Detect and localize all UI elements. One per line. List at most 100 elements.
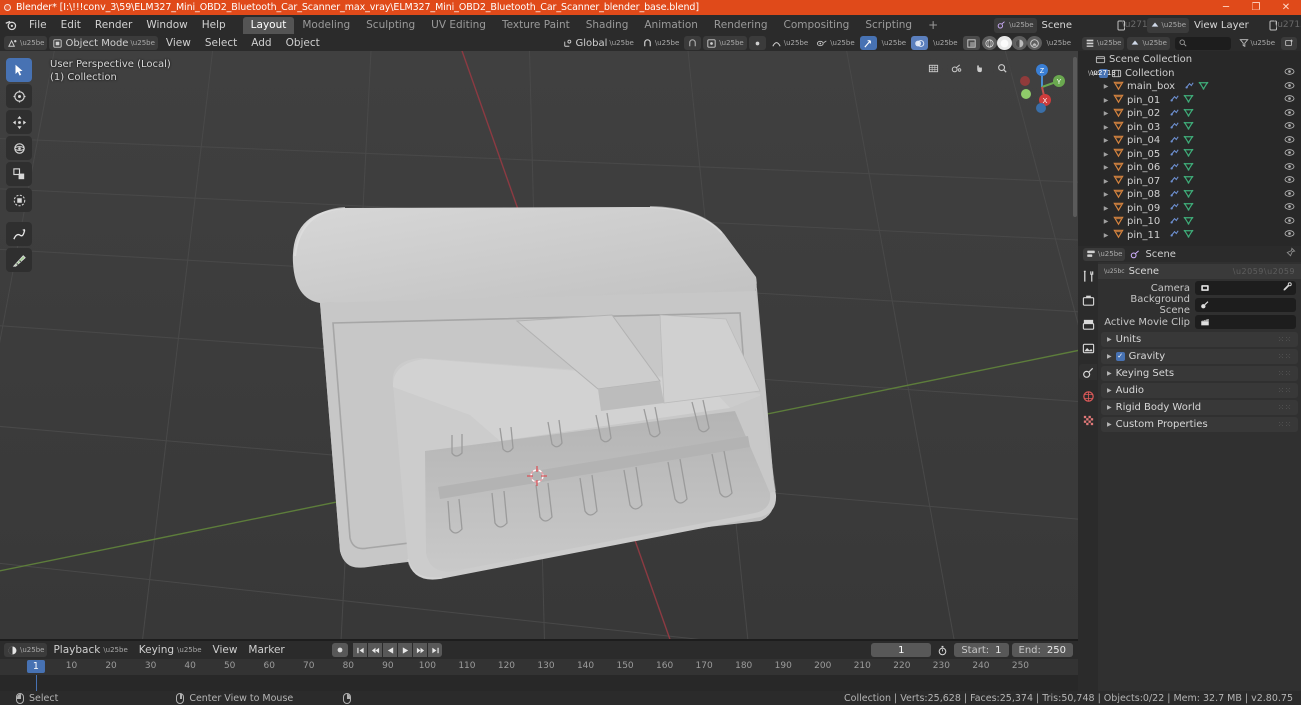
mesh-data-icon[interactable]	[1183, 174, 1194, 188]
modifier-icon[interactable]	[1169, 147, 1180, 161]
texture-tab[interactable]	[1079, 412, 1097, 428]
disclosure-icon[interactable]: ▶	[1102, 110, 1110, 117]
camera-icon[interactable]	[947, 59, 966, 78]
close-button[interactable]: ✕	[1271, 0, 1301, 15]
visibility-icon[interactable]	[1284, 121, 1295, 133]
timeline-menu-keying[interactable]: Keying \u25be	[134, 644, 207, 656]
viewport-menu-add[interactable]: Add	[245, 37, 277, 49]
scene-panel-header[interactable]: \u25bc Scene \u2059\u2059	[1098, 264, 1301, 279]
panel-grip[interactable]: ⁙⁙	[1278, 403, 1292, 412]
outliner-item-pin_06[interactable]: ▶ pin_06	[1078, 161, 1301, 175]
world-tab[interactable]	[1079, 388, 1097, 404]
viewport-menu-select[interactable]: Select	[199, 37, 243, 49]
panel-grip[interactable]: ⁙⁙	[1278, 386, 1292, 395]
solid-shading-button[interactable]	[996, 36, 1012, 50]
disclosure-icon[interactable]: ▶	[1102, 97, 1110, 104]
visibility-icon[interactable]	[1284, 162, 1295, 174]
outliner-display-mode-button[interactable]: \u25be	[1127, 36, 1170, 50]
disclosure-icon[interactable]: ▶	[1102, 232, 1110, 239]
camera-view-icon[interactable]	[924, 59, 943, 78]
overlay-options-caret[interactable]: \u25be	[930, 36, 960, 50]
unlink-scene-icon[interactable]: \u2715	[1122, 18, 1154, 33]
visibility-icon[interactable]	[1284, 189, 1295, 201]
panel-disclosure-icon[interactable]: ▶	[1107, 404, 1112, 411]
visibility-icon[interactable]	[1284, 148, 1295, 160]
pan-view-icon[interactable]	[970, 59, 989, 78]
visibility-icon[interactable]	[1284, 81, 1295, 93]
visibility-icon[interactable]	[1284, 202, 1295, 214]
tab-texture-paint[interactable]: Texture Paint	[494, 17, 578, 34]
panel-rigid-body-world[interactable]: ▶ Rigid Body World ⁙⁙	[1101, 400, 1298, 415]
annotate-tool[interactable]	[6, 222, 32, 246]
eyedropper-icon[interactable]	[1282, 281, 1292, 295]
viewport-scrollbar[interactable]	[1073, 57, 1077, 217]
move-tool[interactable]	[6, 110, 32, 134]
modifier-icon[interactable]	[1169, 161, 1180, 175]
mesh-data-icon[interactable]	[1183, 147, 1194, 161]
stopwatch-icon[interactable]	[934, 643, 951, 657]
timeline-menu-playback[interactable]: Playback \u25be	[48, 644, 132, 656]
viewport-menu-view[interactable]: View	[160, 37, 197, 49]
timeline-track-area[interactable]	[0, 675, 1078, 705]
navigation-gizmo[interactable]: Z Y X	[1014, 59, 1070, 115]
cursor-tool[interactable]	[6, 84, 32, 108]
mesh-data-icon[interactable]	[1183, 215, 1194, 229]
modifier-icon[interactable]	[1169, 228, 1180, 242]
outliner-item-main_box[interactable]: ▶ main_box	[1078, 80, 1301, 94]
modifier-icon[interactable]	[1169, 215, 1180, 229]
outliner-editor-type-button[interactable]: \u25be	[1082, 36, 1125, 50]
zoom-view-icon[interactable]	[993, 59, 1012, 78]
mesh-data-icon[interactable]	[1183, 188, 1194, 202]
properties-editor-type-button[interactable]: \u25be	[1083, 247, 1126, 261]
mesh-data-icon[interactable]	[1183, 93, 1194, 107]
tool-tab[interactable]	[1079, 268, 1097, 284]
tab-sculpting[interactable]: Sculpting	[358, 17, 423, 34]
pin-icon[interactable]	[1285, 247, 1296, 261]
outliner-new-collection-button[interactable]	[1281, 36, 1297, 50]
view-layer-tab[interactable]	[1079, 340, 1097, 356]
jump-end-icon[interactable]	[428, 643, 443, 657]
disclosure-icon[interactable]: ▶	[1102, 218, 1110, 225]
visibility-icon[interactable]	[1284, 135, 1295, 147]
visibility-icon[interactable]	[1284, 216, 1295, 228]
timeline-ruler[interactable]: 10 20 30 40 50 60 70 80 90 100 110 120 130 140 150 160 1…	[0, 659, 1078, 675]
panel-disclosure-icon[interactable]: ▶	[1107, 336, 1112, 343]
modifier-icon[interactable]	[1169, 134, 1180, 148]
modifier-icon[interactable]	[1169, 107, 1180, 121]
disclosure-icon[interactable]: ▶	[1102, 124, 1110, 131]
show-gizmo-toggle[interactable]	[859, 36, 877, 50]
panel-disclosure-icon[interactable]: ▶	[1107, 370, 1112, 377]
disclosure-icon[interactable]: ▶	[1102, 164, 1110, 171]
tab-shading[interactable]: Shading	[578, 17, 637, 34]
tab-compositing[interactable]: Compositing	[776, 17, 858, 34]
visibility-icon[interactable]	[1284, 229, 1295, 241]
outliner-item-pin_08[interactable]: ▶ pin_08	[1078, 188, 1301, 202]
record-icon[interactable]	[332, 643, 349, 657]
outliner-item-pin_05[interactable]: ▶ pin_05	[1078, 148, 1301, 162]
output-tab[interactable]	[1079, 316, 1097, 332]
visibility-icon[interactable]	[1284, 175, 1295, 187]
viewport-menu-object[interactable]: Object	[280, 37, 326, 49]
timeline-menu-marker[interactable]: Marker	[243, 644, 289, 656]
play-icon[interactable]	[398, 643, 413, 657]
outliner-item-pin_01[interactable]: ▶ pin_01	[1078, 94, 1301, 108]
viewport-gizmo-toggle[interactable]: \u25be	[813, 36, 857, 50]
tweak-tool[interactable]	[6, 58, 32, 82]
disclosure-icon[interactable]: ▶	[1102, 83, 1110, 90]
gizmo-options-caret[interactable]: \u25be	[879, 36, 909, 50]
snap-icon[interactable]: \u25be	[639, 36, 682, 50]
visibility-icon[interactable]	[1284, 94, 1295, 106]
maximize-button[interactable]: ❐	[1241, 0, 1271, 15]
panel-enable-checkbox[interactable]: ✓	[1115, 352, 1125, 361]
panel-units[interactable]: ▶ Units ⁙⁙	[1101, 332, 1298, 347]
view-layer-name-field[interactable]: View Layer	[1191, 20, 1265, 31]
camera-field[interactable]	[1195, 281, 1296, 295]
object-mode-selector[interactable]: Object Mode \u25be	[49, 36, 158, 50]
outliner-item-pin_02[interactable]: ▶ pin_02	[1078, 107, 1301, 121]
modifier-icon[interactable]	[1169, 93, 1180, 107]
tab-uv-editing[interactable]: UV Editing	[423, 17, 494, 34]
timeline-playhead[interactable]: 1	[26, 660, 45, 673]
mesh-data-icon[interactable]	[1183, 161, 1194, 175]
scene-tab[interactable]	[1079, 364, 1097, 380]
tab-animation[interactable]: Animation	[636, 17, 706, 34]
